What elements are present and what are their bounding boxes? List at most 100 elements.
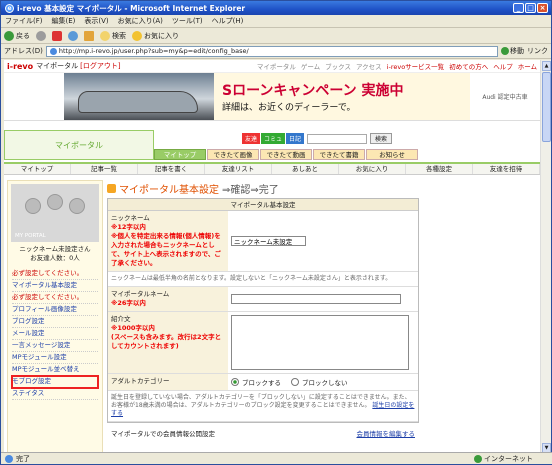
go-arrow-icon — [501, 47, 509, 55]
refresh-icon — [68, 30, 78, 41]
sidebar-item-mail[interactable]: メール設定 — [12, 328, 98, 340]
nickname-field[interactable] — [231, 236, 306, 246]
menu-view[interactable]: 表示(V) — [84, 16, 108, 26]
web-page: i-revo マイポータル [ログアウト] マイポータル ゲーム ブックス アク… — [4, 60, 540, 454]
search-friends-button[interactable]: 友達 — [242, 133, 261, 144]
site-header: i-revo マイポータル [ログアウト] マイポータル ゲーム ブックス アク… — [4, 60, 540, 73]
search-submit-button[interactable]: 検索 — [370, 133, 393, 144]
banner-headline: Sローンキャンペーン 実施中 — [222, 83, 404, 99]
close-button[interactable]: × — [537, 3, 548, 13]
sidebar-item-basic-settings[interactable]: マイポータル基本設定 — [12, 280, 98, 292]
zone-text: インターネット — [484, 454, 533, 463]
menu-bar: ファイル(F) 編集(E) 表示(V) お気に入り(A) ツール(T) ヘルプ(… — [1, 15, 551, 28]
stop-button[interactable] — [52, 30, 62, 41]
tab-news[interactable]: お知らせ — [366, 149, 418, 160]
subnav-mytop[interactable]: マイトップ — [4, 164, 71, 174]
menu-favorites[interactable]: お気に入り(A) — [118, 16, 163, 26]
go-button[interactable]: 移動 — [501, 46, 524, 56]
edit-member-info-link[interactable]: 会員情報を編集する — [357, 428, 416, 438]
sidebar-item-blog[interactable]: ブログ設定 — [12, 316, 98, 328]
radio-no-block[interactable]: ブロックしない — [291, 377, 348, 387]
search-area: 友達 コミュ 日記 検索 — [242, 133, 393, 144]
intro-label: 紹介文 — [111, 315, 131, 323]
logout-link[interactable]: [ログアウト] — [80, 61, 120, 71]
tab-new-images[interactable]: できたて画像 — [207, 149, 259, 160]
main-content: マイポータル基本設定 ⇒確認⇒完了 マイポータル基本設定 ニックネーム ※12字以… — [107, 180, 419, 440]
radio-block[interactable]: ブロックする — [231, 377, 281, 387]
ie-icon: e — [5, 3, 14, 13]
sidebar: MY PORTAL ニックネーム未設定さん お友達人数：0人 必ず設定してくださ… — [7, 180, 103, 454]
top-link-portal[interactable]: マイポータル — [257, 61, 296, 71]
nickname-text: ニックネーム未設定さん — [19, 245, 91, 253]
home-button[interactable] — [84, 30, 94, 41]
nickname-rule: ※12字以内 — [111, 223, 146, 231]
menu-edit[interactable]: 編集(E) — [52, 16, 76, 26]
page-icon — [49, 47, 57, 55]
forward-button[interactable] — [36, 30, 46, 41]
stop-icon — [52, 30, 62, 41]
maximize-button[interactable]: □ — [525, 3, 536, 13]
friend-count: お友達人数：0人 — [30, 254, 80, 262]
nickname-note: ニックネームは最低半角の名前となります。設定しないと「ニックネーム未設定さん」と… — [108, 272, 418, 287]
top-link-books[interactable]: ブックス — [325, 61, 351, 71]
subnav-articles[interactable]: 記事一覧 — [71, 164, 138, 174]
top-link-access[interactable]: アクセス — [356, 61, 382, 71]
avatar: MY PORTAL — [11, 184, 99, 242]
back-button[interactable]: 戻る — [4, 30, 30, 41]
portal-tabs-row: マイポータル 友達 コミュ 日記 検索 マイトップ できたて画像 できたて動画 … — [4, 130, 540, 160]
sidebar-item-message[interactable]: 一言メッセージ設定 — [12, 340, 98, 352]
refresh-button[interactable] — [68, 30, 78, 41]
portal-name-label: マイポータルネーム — [111, 290, 170, 298]
tab-new-books[interactable]: できたて書籍 — [313, 149, 365, 160]
intro-warning: (スペースも含みます。改行は2文字としてカウントされます) — [111, 333, 222, 350]
adult-note: 誕生日を登録していない場合、アダルトカテゴリーを「ブロックしない」に設定すること… — [108, 391, 418, 422]
subnav-invite[interactable]: 友達を招待 — [473, 164, 540, 174]
minimize-button[interactable]: _ — [513, 3, 524, 13]
adult-row: アダルトカテゴリー ブロックする ブロックしない — [108, 374, 418, 391]
search-community-button[interactable]: コミュ — [261, 133, 286, 144]
top-link-beginners[interactable]: 初めての方へ — [449, 61, 488, 71]
top-link-game[interactable]: ゲーム — [301, 61, 320, 71]
search-diary-button[interactable]: 日記 — [286, 133, 305, 144]
ad-banner[interactable]: Sローンキャンペーン 実施中 詳細は、お近くのディーラーで。 Audi 認定中古… — [4, 73, 540, 121]
intro-textarea[interactable] — [231, 315, 409, 370]
nickname-label: ニックネーム — [111, 214, 150, 222]
window-title: i-revo 基本設定 マイポータル - Microsoft Internet … — [17, 3, 246, 13]
subnav-settings[interactable]: 各種設定 — [406, 164, 473, 174]
search-button[interactable]: 検索 — [100, 30, 126, 41]
tab-mytop[interactable]: マイトップ — [154, 149, 206, 160]
star-icon — [132, 30, 142, 41]
sidebar-item-profile-image[interactable]: プロフィール画像設定 — [12, 304, 98, 316]
search-input[interactable] — [307, 133, 368, 144]
address-input[interactable]: http://mp.i-revo.jp/user.php?sub=my&p=ed… — [45, 45, 498, 57]
subnav-friends[interactable]: 友達リスト — [205, 164, 272, 174]
portal-tab[interactable]: マイポータル — [4, 130, 154, 160]
top-link-help[interactable]: ヘルプ — [493, 61, 513, 71]
sub-navigation: マイトップ 記事一覧 記事を書く 友達リスト あしあと お気に入り 各種設定 友… — [4, 162, 540, 175]
sidebar-item-module[interactable]: MPモジュール設定 — [12, 352, 98, 364]
search-icon — [100, 30, 110, 41]
menu-file[interactable]: ファイル(F) — [5, 16, 43, 26]
top-link-home[interactable]: ホーム — [518, 61, 537, 71]
portal-name-field[interactable] — [231, 294, 401, 304]
audi-logo: Audi 認定中古車 — [482, 94, 528, 101]
vertical-scrollbar[interactable]: ▲ ▼ — [540, 60, 551, 454]
site-logo[interactable]: i-revo — [7, 62, 33, 71]
subnav-favorites[interactable]: お気に入り — [339, 164, 406, 174]
links-label[interactable]: リンク — [527, 46, 548, 56]
sidebar-item-moblog[interactable]: モブログ設定 — [11, 375, 99, 389]
top-link-services[interactable]: i-revoサービス一覧 — [387, 61, 445, 71]
sidebar-item-module-order[interactable]: MPモジュール並べ替え — [12, 364, 98, 376]
forward-arrow-icon — [36, 30, 46, 41]
tab-new-videos[interactable]: できたて動画 — [260, 149, 312, 160]
banner-subline: 詳細は、お近くのディーラーで。 — [222, 103, 356, 113]
menu-help[interactable]: ヘルプ(H) — [212, 16, 244, 26]
settings-form: マイポータル基本設定 ニックネーム ※12字以内 ※個人を特定出来る情報(個人情… — [107, 198, 419, 423]
subnav-write[interactable]: 記事を書く — [138, 164, 205, 174]
menu-tools[interactable]: ツール(T) — [172, 16, 203, 26]
favorites-button[interactable]: お気に入り — [132, 30, 179, 41]
subnav-footprints[interactable]: あしあと — [272, 164, 339, 174]
sidebar-required-note: 必ず設定してください。 — [12, 292, 98, 304]
address-bar: アドレス(D) http://mp.i-revo.jp/user.php?sub… — [1, 44, 551, 59]
sidebar-item-status[interactable]: ステイタス — [12, 388, 98, 400]
